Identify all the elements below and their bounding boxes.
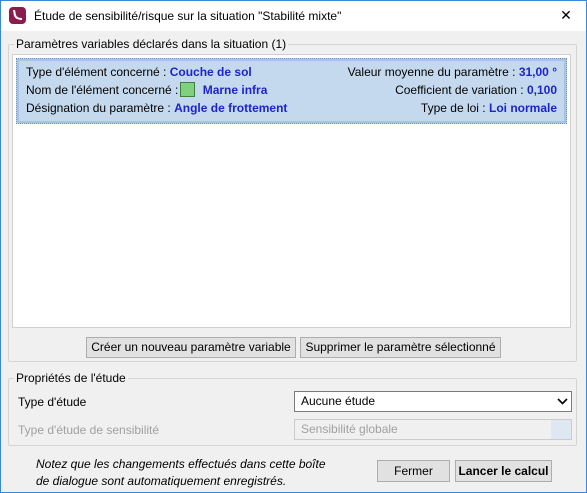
study-type-select[interactable]: Aucune étude <box>294 391 572 412</box>
run-calculation-button[interactable]: Lancer le calcul <box>455 460 552 482</box>
mean-value: 31,00 ° <box>518 65 557 79</box>
window-title: Étude de sensibilité/risque sur la situa… <box>34 9 342 23</box>
app-icon <box>9 7 26 24</box>
autosave-note: Notez que les changements effectués dans… <box>36 456 336 490</box>
param-row-3: Désignation du paramètre : Angle de frot… <box>26 99 557 117</box>
sensitivity-dropdown-button[interactable] <box>551 420 571 439</box>
autosave-note-line-2: de dialogue sont automatiquement enregis… <box>36 474 287 488</box>
study-type-value: Aucune étude <box>301 394 376 408</box>
variation-coefficient-label: Coefficient de variation : <box>395 83 524 97</box>
sensitivity-type-value: Sensibilité globale <box>301 422 398 436</box>
parameters-list[interactable]: Type d'élément concerné : Couche de sol … <box>12 54 571 328</box>
param-row-2: Nom de l'élément concerné : Marne infra … <box>26 81 557 99</box>
element-name-label: Nom de l'élément concerné : <box>26 83 179 97</box>
soil-color-swatch <box>180 82 196 97</box>
close-icon[interactable]: ✕ <box>556 5 576 25</box>
param-row-1: Type d'élément concerné : Couche de sol … <box>26 63 557 81</box>
variation-coefficient-value: 0,100 <box>526 83 557 97</box>
sensitivity-type-select[interactable]: Sensibilité globale <box>294 419 572 440</box>
designation-value: Angle de frottement <box>174 101 288 115</box>
title-bar: Étude de sensibilité/risque sur la situa… <box>1 1 586 31</box>
mean-value-field: Valeur moyenne du paramètre : 31,00 ° <box>348 63 557 81</box>
element-name-value: Marne infra <box>202 83 268 97</box>
parameter-list-item[interactable]: Type d'élément concerné : Couche de sol … <box>16 58 567 124</box>
mean-value-label: Valeur moyenne du paramètre : <box>347 65 516 79</box>
sensitivity-type-label: Type d'étude de sensibilité <box>18 423 160 437</box>
delete-parameter-button[interactable]: Supprimer le paramètre sélectionné <box>300 337 501 358</box>
element-type-value: Couche de sol <box>169 65 252 79</box>
designation-label: Désignation du paramètre : <box>26 101 171 115</box>
parameters-group-legend: Paramètres variables déclarés dans la si… <box>14 37 289 51</box>
element-name-field: Nom de l'élément concerné : Marne infra <box>26 81 267 99</box>
element-type-field: Type d'élément concerné : Couche de sol <box>26 63 252 81</box>
create-parameter-button[interactable]: Créer un nouveau paramètre variable <box>86 337 296 358</box>
element-type-label: Type d'élément concerné : <box>26 65 167 79</box>
designation-field: Désignation du paramètre : Angle de frot… <box>26 99 287 117</box>
variation-coefficient-field: Coefficient de variation : 0,100 <box>395 81 557 99</box>
dialog-window: Étude de sensibilité/risque sur la situa… <box>0 0 587 493</box>
law-type-label: Type de loi : <box>420 101 486 115</box>
law-type-value: Loi normale <box>488 101 557 115</box>
chevron-down-icon[interactable] <box>553 392 571 411</box>
autosave-note-line-1: Notez que les changements effectués dans… <box>36 457 326 471</box>
study-properties-legend: Propriétés de l'étude <box>14 371 128 385</box>
study-type-label: Type d'étude <box>18 395 87 409</box>
law-type-field: Type de loi : Loi normale <box>421 99 557 117</box>
close-button[interactable]: Fermer <box>377 460 450 482</box>
